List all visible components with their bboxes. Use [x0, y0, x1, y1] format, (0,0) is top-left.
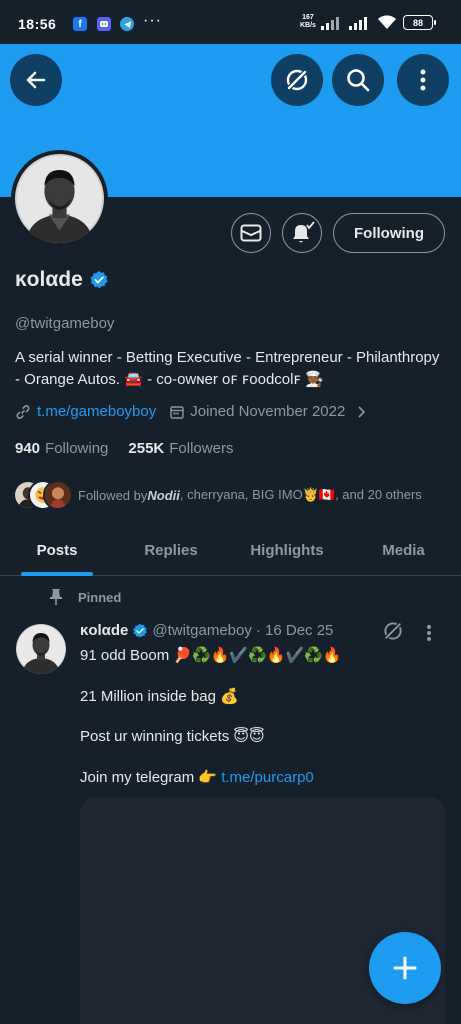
- status-bar: 18:56 f ··· 167 KB/s 88: [0, 0, 461, 44]
- status-right: 88: [321, 15, 436, 30]
- tweet-link[interactable]: t.me/purcarp0: [221, 769, 314, 786]
- tab-media[interactable]: Media: [346, 524, 461, 576]
- avatar-image: [15, 154, 104, 243]
- search-icon: [347, 69, 370, 92]
- facebook-icon: f: [73, 17, 87, 31]
- battery-icon: 88: [403, 15, 436, 30]
- mail-icon: [240, 224, 262, 242]
- network-speed: 167 KB/s: [300, 14, 316, 30]
- following-button[interactable]: Following: [333, 213, 445, 253]
- profile-tabs: Posts Replies Highlights Media: [0, 524, 461, 576]
- tab-highlights[interactable]: Highlights: [228, 524, 346, 576]
- more-options-button[interactable]: [397, 54, 449, 106]
- verified-badge-icon[interactable]: [89, 270, 109, 290]
- discord-icon: [97, 17, 111, 31]
- pinned-label: Pinned: [78, 589, 122, 605]
- following-label: Following: [45, 440, 109, 457]
- network-speed-value: 167: [302, 14, 314, 21]
- grok-button[interactable]: [271, 54, 323, 106]
- verified-badge-icon: [133, 623, 148, 638]
- followed-by[interactable]: Followed by Nodii, cherryana, BIG IMO🤴🇨🇦…: [13, 479, 422, 511]
- message-button[interactable]: [231, 213, 271, 253]
- tweet-grok-button[interactable]: [382, 620, 404, 647]
- display-name: ĸolαde: [15, 268, 109, 292]
- tweet-text-line: 21 Million inside bag 💰: [80, 688, 239, 705]
- tweet-avatar-image: [16, 624, 66, 674]
- grok-icon: [286, 69, 308, 91]
- tab-posts[interactable]: Posts: [0, 524, 114, 576]
- followers-label: Followers: [169, 440, 234, 457]
- tweet-more-button[interactable]: [426, 624, 432, 647]
- chevron-right-icon[interactable]: [357, 405, 366, 418]
- profile-handle: @twitgameboy: [15, 315, 115, 332]
- calendar-icon: [170, 405, 184, 419]
- grok-icon: [383, 621, 403, 641]
- more-vertical-icon: [420, 69, 426, 91]
- compose-button[interactable]: [369, 932, 441, 1004]
- battery-level: 88: [412, 17, 423, 28]
- pin-icon: [50, 589, 62, 605]
- tweet-date: · 16 Dec 25: [255, 622, 334, 639]
- followed-by-rest: , cherryana, BIG IMO🤴🇨🇦, and 20 others: [179, 487, 422, 502]
- tweet-avatar[interactable]: [16, 624, 66, 674]
- followers-stat[interactable]: 255K Followers: [128, 440, 233, 457]
- follower-avatar: [43, 480, 73, 510]
- more-vertical-icon: [427, 625, 431, 641]
- back-button[interactable]: [10, 54, 62, 106]
- plus-icon: [393, 956, 417, 980]
- signal-icon-2: [349, 16, 367, 30]
- followers-count: 255K: [128, 440, 165, 457]
- tweet-header: ĸolαde @twitgameboy · 16 Dec 25: [80, 622, 333, 639]
- status-time: 18:56: [18, 16, 57, 32]
- follow-stats: 940 Following 255K Followers: [15, 440, 233, 457]
- tweet-text: Join my telegram 👉: [80, 769, 222, 786]
- tab-replies[interactable]: Replies: [114, 524, 228, 576]
- notifications-button[interactable]: [282, 213, 322, 253]
- following-count: 940: [15, 440, 41, 457]
- status-more-icon: ···: [143, 12, 162, 29]
- tweet-text-line: 91 odd Boom 🏓♻️🔥✔️♻️🔥✔️♻️🔥: [80, 647, 342, 664]
- followed-by-avatars: [13, 479, 73, 511]
- profile-link[interactable]: t.me/gameboyboy: [37, 403, 156, 420]
- arrow-left-icon: [26, 71, 46, 89]
- bell-icon: [293, 221, 315, 243]
- followed-by-prefix: Followed by: [78, 487, 148, 503]
- display-name-text: ĸolαde: [15, 268, 83, 291]
- tweet-author-name[interactable]: ĸolαde: [80, 622, 128, 639]
- link-icon: [16, 404, 30, 419]
- profile-meta: t.me/gameboyboy Joined November 2022: [15, 403, 366, 420]
- pinned-indicator: Pinned: [48, 588, 121, 606]
- signal-icon: [321, 16, 339, 30]
- profile-bio: A serial winner - Betting Executive - En…: [15, 349, 440, 388]
- tweet-author-handle: @twitgameboy: [152, 622, 252, 639]
- profile-avatar[interactable]: [11, 150, 108, 247]
- tweet-text-line: Join my telegram 👉 t.me/purcarp0: [80, 768, 314, 786]
- following-stat[interactable]: 940 Following: [15, 440, 108, 457]
- wifi-icon: [378, 15, 396, 29]
- tweet-text-line: Post ur winning tickets 😇😇: [80, 728, 265, 745]
- search-button[interactable]: [332, 54, 384, 106]
- followed-by-first: Nodii: [147, 487, 180, 503]
- network-speed-unit: KB/s: [300, 22, 316, 29]
- joined-date: Joined November 2022: [190, 403, 346, 420]
- telegram-icon: [120, 17, 134, 31]
